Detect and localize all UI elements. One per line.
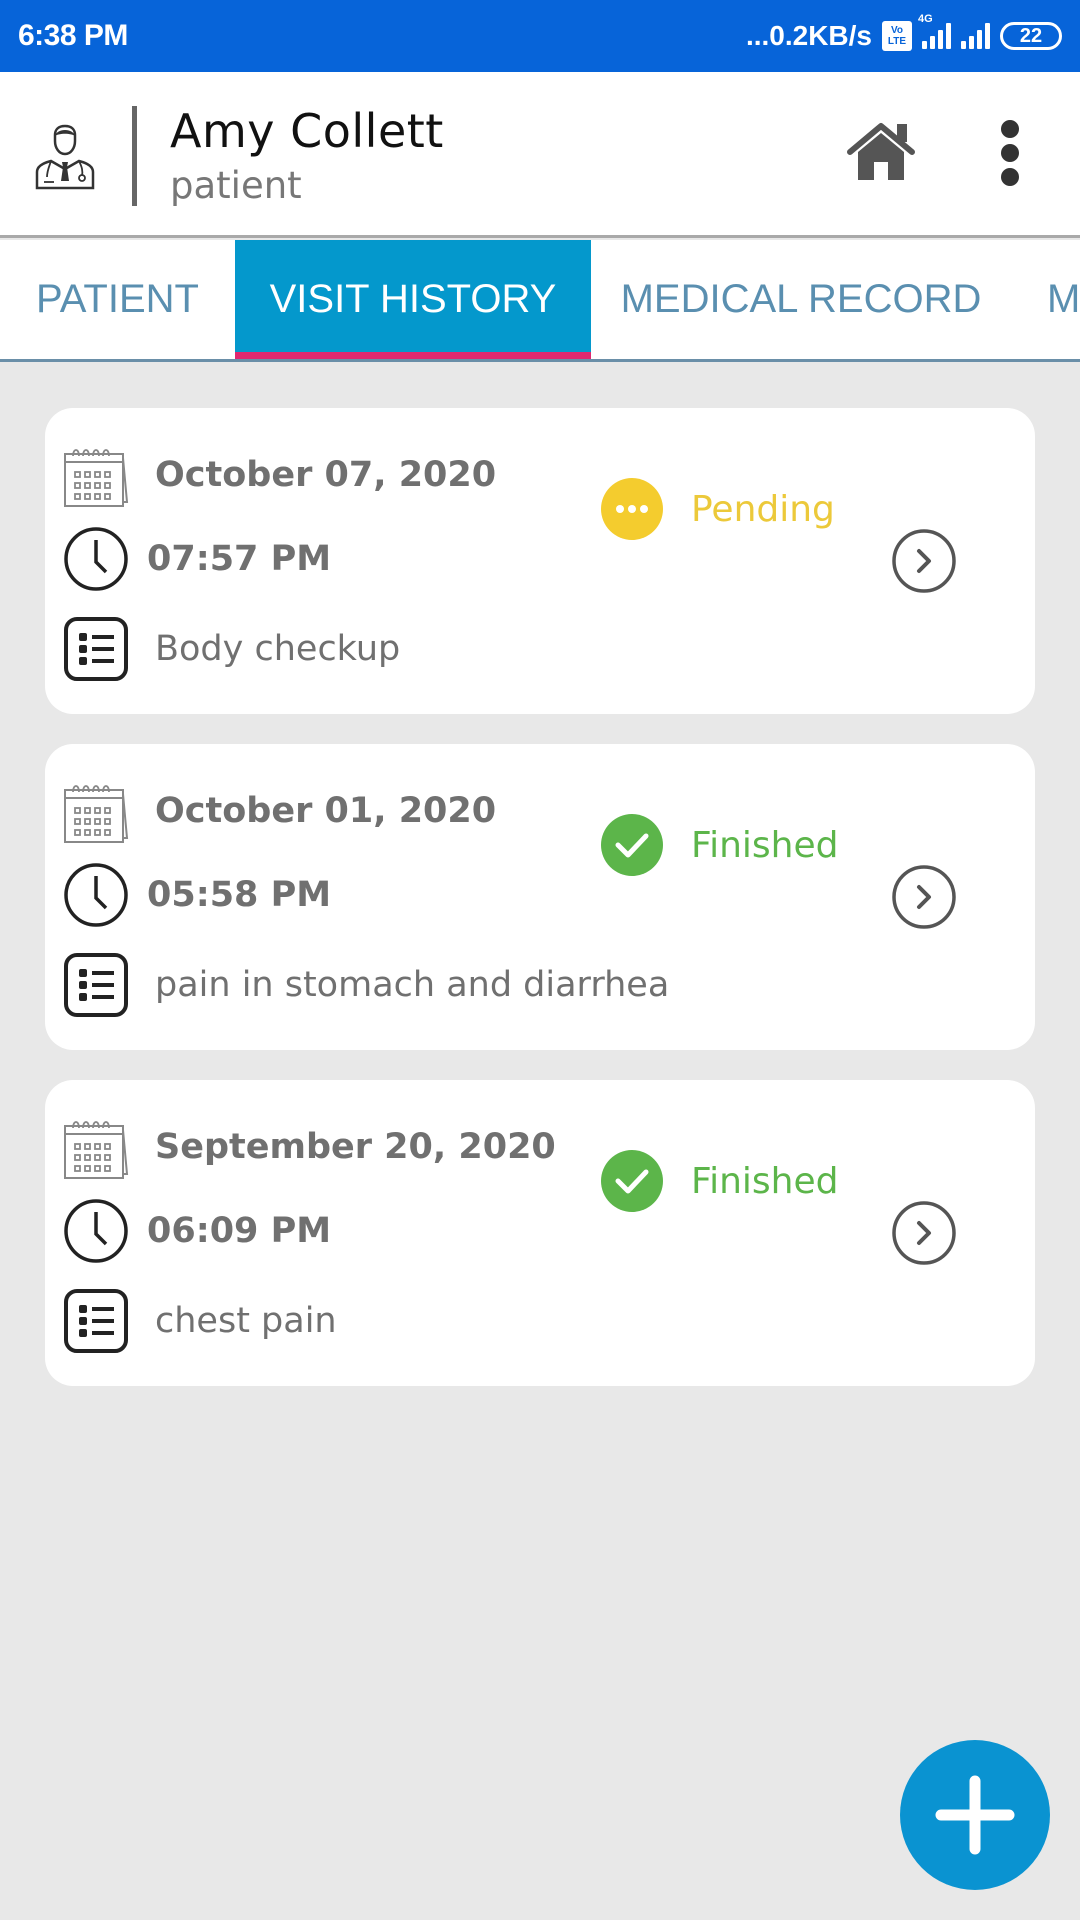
status-indicators: ...0.2KB/s Vo LTE 4G 22 bbox=[745, 13, 1062, 52]
visit-card[interactable]: October 01, 2020 05:58 PM pain in stomac… bbox=[45, 744, 1035, 1050]
visit-time: 07:57 PM bbox=[147, 539, 332, 579]
visit-time-row: 06:09 PM bbox=[63, 1198, 331, 1264]
calendar-icon bbox=[64, 785, 129, 843]
visit-status: Finished bbox=[601, 814, 838, 876]
status-label: Finished bbox=[691, 1160, 839, 1202]
visit-card[interactable]: October 07, 2020 07:57 PM Body checkup P… bbox=[45, 408, 1035, 714]
network-type: 4G bbox=[918, 13, 933, 25]
menu-dot bbox=[1001, 168, 1019, 186]
signal-icon bbox=[961, 23, 990, 49]
volte-bottom-label: LTE bbox=[887, 36, 907, 47]
visit-date-row: September 20, 2020 bbox=[63, 1114, 556, 1180]
visit-date-row: October 07, 2020 bbox=[63, 442, 496, 508]
visit-status: Finished bbox=[601, 1150, 838, 1212]
doctor-avatar-icon bbox=[35, 124, 95, 190]
visit-description: chest pain bbox=[155, 1301, 337, 1341]
check-circle-icon bbox=[601, 814, 663, 876]
visit-date: October 07, 2020 bbox=[155, 455, 497, 495]
tab-bar: PATIENT VISIT HISTORY MEDICAL RECORD M bbox=[0, 240, 1080, 362]
battery-icon: 22 bbox=[1000, 22, 1062, 50]
header-divider bbox=[132, 106, 137, 206]
visit-card[interactable]: September 20, 2020 06:09 PM chest pain F… bbox=[45, 1080, 1035, 1386]
plus-icon bbox=[935, 1775, 1015, 1855]
volte-top-label: Vo bbox=[890, 25, 904, 36]
calendar-icon bbox=[64, 1121, 129, 1179]
status-bar: 6:38 PM ...0.2KB/s Vo LTE 4G 22 bbox=[0, 0, 1080, 72]
add-visit-button[interactable] bbox=[900, 1740, 1050, 1890]
list-icon bbox=[64, 617, 128, 681]
visit-desc-row: chest pain bbox=[63, 1288, 337, 1354]
calendar-icon bbox=[64, 449, 129, 507]
chevron-right-circle-icon[interactable] bbox=[891, 864, 957, 930]
menu-dot bbox=[1001, 144, 1019, 162]
visit-desc-row: Body checkup bbox=[63, 616, 400, 682]
menu-dot bbox=[1001, 120, 1019, 138]
status-label: Pending bbox=[691, 488, 835, 530]
status-label: Finished bbox=[691, 824, 839, 866]
network-speed: ...0.2KB/s bbox=[745, 20, 872, 51]
visit-status: Pending bbox=[601, 478, 835, 540]
visit-list: October 07, 2020 07:57 PM Body checkup P… bbox=[45, 408, 1035, 1416]
visit-date: October 01, 2020 bbox=[155, 791, 497, 831]
tab-visit-history[interactable]: VISIT HISTORY bbox=[234, 240, 591, 359]
chevron-right-circle-icon[interactable] bbox=[891, 1200, 957, 1266]
status-time: 6:38 PM bbox=[18, 19, 128, 52]
clock-icon bbox=[64, 527, 128, 591]
visit-date: September 20, 2020 bbox=[155, 1127, 556, 1167]
user-name: Amy Collett bbox=[170, 104, 444, 158]
list-icon bbox=[64, 953, 128, 1017]
visit-description: pain in stomach and diarrhea bbox=[155, 965, 670, 1005]
tab-patient[interactable]: PATIENT bbox=[0, 240, 235, 359]
home-icon[interactable] bbox=[845, 122, 917, 182]
volte-icon: Vo LTE bbox=[882, 21, 912, 51]
more-options-button[interactable] bbox=[990, 120, 1030, 190]
visit-description: Body checkup bbox=[155, 629, 401, 669]
user-role: patient bbox=[170, 164, 302, 207]
tab-more-partial[interactable]: M bbox=[1011, 240, 1080, 359]
visit-date-row: October 01, 2020 bbox=[63, 778, 496, 844]
visit-time-row: 05:58 PM bbox=[63, 862, 331, 928]
clock-icon bbox=[64, 863, 128, 927]
list-icon bbox=[64, 1289, 128, 1353]
chevron-right-circle-icon[interactable] bbox=[891, 528, 957, 594]
visit-desc-row: pain in stomach and diarrhea bbox=[63, 952, 669, 1018]
visit-time: 06:09 PM bbox=[147, 1211, 332, 1251]
app-header: Amy Collett patient bbox=[0, 72, 1080, 238]
visit-time-row: 07:57 PM bbox=[63, 526, 331, 592]
clock-icon bbox=[64, 1199, 128, 1263]
signal-4g-icon: 4G bbox=[918, 13, 951, 49]
tab-medical-record[interactable]: MEDICAL RECORD bbox=[591, 240, 1011, 359]
visit-time: 05:58 PM bbox=[147, 875, 332, 915]
check-circle-icon bbox=[601, 1150, 663, 1212]
pending-dots-icon bbox=[601, 478, 663, 540]
